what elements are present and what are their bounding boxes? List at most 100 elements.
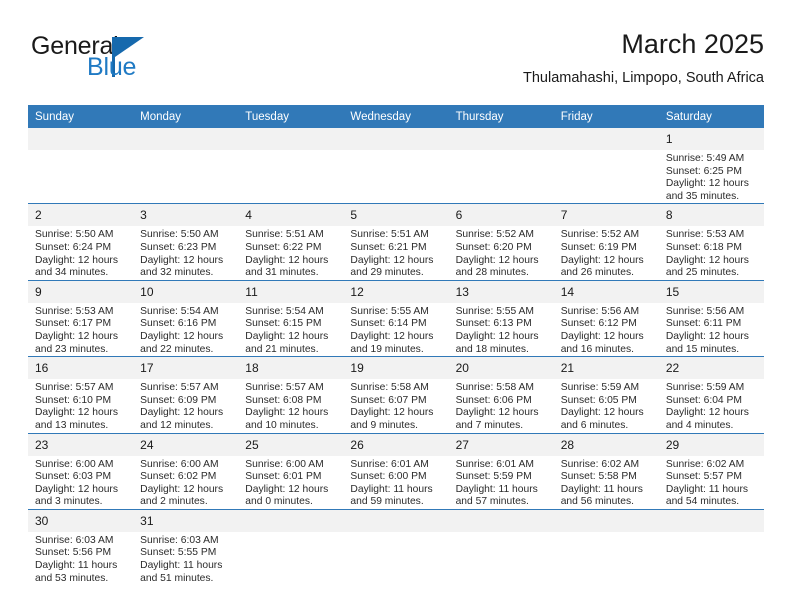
day-cell[interactable] [343, 508, 449, 586]
day-cell[interactable]: 7 Sunrise: 5:52 AM Sunset: 6:19 PM Daylight… [553, 203, 659, 281]
day-number: 16 [28, 357, 134, 380]
day-cell[interactable]: 20 Sunrise: 5:58 AM Sunset: 6:06 PM Dayligh… [448, 356, 554, 433]
sunrise-text: Sunrise: 6:03 AM [140, 534, 219, 546]
daylight-text-line1: Daylight: 12 hours [665, 330, 749, 342]
page-header: General Blue March 2025 Thulamahashi, Li… [28, 28, 764, 100]
sunrise-text: Sunrise: 5:59 AM [665, 382, 745, 394]
day-cell[interactable] [133, 128, 239, 204]
day-cell[interactable]: 17 Sunrise: 5:57 AM Sunset: 6:09 PM Dayligh… [133, 356, 239, 433]
day-number: 9 [28, 280, 134, 303]
sunrise-text: Sunrise: 5:51 AM [350, 229, 429, 241]
sunset-text: Sunset: 5:59 PM [455, 471, 532, 483]
day-cell[interactable]: 15 Sunrise: 5:56 AM Sunset: 6:11 PM Dayligh… [658, 279, 764, 357]
day-details [554, 150, 659, 153]
day-number: 21 [553, 357, 659, 380]
day-details [449, 150, 554, 153]
daylight-text-line2: and 28 minutes. [455, 267, 529, 279]
daylight-text-line2: and 10 minutes. [245, 419, 319, 431]
daylight-text-line1: Daylight: 12 hours [140, 407, 224, 419]
daylight-text-line2: and 16 minutes. [560, 343, 634, 355]
day-details: Sunrise: 6:02 AM Sunset: 5:57 PM Daylight:… [659, 456, 764, 509]
day-cell[interactable] [238, 128, 344, 204]
day-cell[interactable]: 21 Sunrise: 5:59 AM Sunset: 6:05 PM Dayligh… [553, 356, 659, 433]
logo-text-blue: Blue [87, 53, 137, 81]
sunset-text: Sunset: 6:22 PM [245, 241, 322, 253]
day-cell[interactable]: 23 Sunrise: 6:00 AM Sunset: 6:03 PM Dayligh… [28, 432, 134, 510]
calendar-table: Sunday Monday Tuesday Wednesday Thursday… [28, 105, 764, 586]
daylight-text-line2: and 12 minutes. [140, 419, 214, 431]
sunrise-text: Sunrise: 6:00 AM [245, 458, 324, 470]
day-cell[interactable] [448, 128, 554, 204]
day-cell[interactable]: 12 Sunrise: 5:55 AM Sunset: 6:14 PM Dayligh… [343, 279, 449, 357]
day-cell[interactable]: 1 Sunrise: 5:49 AM Sunset: 6:25 PM Daylight… [658, 128, 764, 204]
day-cell[interactable]: 6 Sunrise: 5:52 AM Sunset: 6:20 PM Daylight… [448, 203, 554, 281]
day-cell[interactable]: 29 Sunrise: 6:02 AM Sunset: 5:57 PM Dayligh… [658, 432, 764, 510]
daylight-text-line2: and 32 minutes. [140, 267, 214, 279]
day-cell[interactable] [28, 128, 134, 204]
day-cell[interactable]: 22 Sunrise: 5:59 AM Sunset: 6:04 PM Dayligh… [658, 356, 764, 433]
day-cell[interactable] [553, 128, 659, 204]
daylight-text-line2: and 59 minutes. [350, 496, 424, 508]
day-details: Sunrise: 5:54 AM Sunset: 6:16 PM Daylight:… [133, 303, 238, 356]
day-cell[interactable] [238, 508, 344, 586]
calendar-week-row: 9 Sunrise: 5:53 AM Sunset: 6:17 PM Daylight… [28, 279, 764, 357]
day-number: 17 [133, 357, 239, 380]
day-cell[interactable]: 16 Sunrise: 5:57 AM Sunset: 6:10 PM Dayligh… [28, 356, 134, 433]
sunrise-text: Sunrise: 5:56 AM [665, 305, 745, 317]
day-cell[interactable] [553, 508, 659, 586]
day-cell[interactable]: 8 Sunrise: 5:53 AM Sunset: 6:18 PM Daylight… [658, 203, 764, 281]
day-number [553, 128, 659, 150]
day-cell[interactable]: 2 Sunrise: 5:50 AM Sunset: 6:24 PM Daylight… [28, 203, 134, 281]
day-number: 6 [448, 204, 554, 227]
daylight-text-line1: Daylight: 12 hours [35, 407, 118, 419]
day-cell[interactable]: 3 Sunrise: 5:50 AM Sunset: 6:23 PM Daylight… [133, 203, 239, 281]
calendar-week-row: 16 Sunrise: 5:57 AM Sunset: 6:10 PM Dayligh… [28, 356, 764, 433]
day-cell[interactable]: 14 Sunrise: 5:56 AM Sunset: 6:12 PM Dayligh… [553, 279, 659, 357]
sunset-text: Sunset: 6:24 PM [35, 241, 112, 253]
day-cell[interactable]: 19 Sunrise: 5:58 AM Sunset: 6:07 PM Dayligh… [343, 356, 449, 433]
daylight-text-line2: and 25 minutes. [665, 267, 740, 279]
day-details: Sunrise: 5:50 AM Sunset: 6:23 PM Daylight:… [133, 226, 238, 279]
daylight-text-line2: and 7 minutes. [455, 419, 524, 431]
daylight-text-line1: Daylight: 11 hours [560, 483, 643, 495]
weekday-header-saturday: Saturday [658, 105, 764, 128]
day-number [448, 128, 554, 150]
day-number: 25 [238, 433, 344, 456]
day-cell[interactable]: 24 Sunrise: 6:00 AM Sunset: 6:02 PM Dayligh… [133, 432, 239, 510]
daylight-text-line2: and 0 minutes. [245, 496, 313, 508]
day-cell[interactable]: 30 Sunrise: 6:03 AM Sunset: 5:56 PM Dayligh… [28, 508, 134, 586]
day-number [238, 128, 344, 150]
day-cell[interactable]: 9 Sunrise: 5:53 AM Sunset: 6:17 PM Daylight… [28, 279, 134, 357]
sunset-text: Sunset: 5:55 PM [140, 547, 217, 559]
weekday-header-friday: Friday [553, 105, 659, 128]
day-cell[interactable]: 5 Sunrise: 5:51 AM Sunset: 6:21 PM Daylight… [343, 203, 449, 281]
day-cell[interactable]: 4 Sunrise: 5:51 AM Sunset: 6:22 PM Daylight… [238, 203, 344, 281]
day-cell[interactable]: 18 Sunrise: 5:57 AM Sunset: 6:08 PM Dayligh… [238, 356, 344, 433]
day-cell[interactable] [658, 508, 764, 586]
weekday-header-sunday: Sunday [28, 105, 134, 128]
day-cell[interactable]: 11 Sunrise: 5:54 AM Sunset: 6:15 PM Dayligh… [238, 279, 344, 357]
day-number: 31 [133, 509, 239, 532]
sunrise-text: Sunrise: 5:53 AM [35, 305, 114, 317]
day-details: Sunrise: 5:56 AM Sunset: 6:12 PM Daylight:… [554, 303, 659, 356]
day-cell[interactable]: 28 Sunrise: 6:02 AM Sunset: 5:58 PM Dayligh… [553, 432, 659, 510]
day-cell[interactable]: 10 Sunrise: 5:54 AM Sunset: 6:16 PM Dayligh… [133, 279, 239, 357]
day-number [133, 128, 239, 150]
sunset-text: Sunset: 6:03 PM [35, 471, 112, 483]
daylight-text-line2: and 56 minutes. [560, 496, 634, 508]
daylight-text-line1: Daylight: 12 hours [665, 254, 749, 266]
day-cell[interactable] [343, 128, 449, 204]
day-cell[interactable]: 26 Sunrise: 6:01 AM Sunset: 6:00 PM Dayligh… [343, 432, 449, 510]
day-cell[interactable]: 25 Sunrise: 6:00 AM Sunset: 6:01 PM Dayligh… [238, 432, 344, 510]
day-cell[interactable]: 27 Sunrise: 6:01 AM Sunset: 5:59 PM Dayligh… [448, 432, 554, 510]
day-details [343, 532, 448, 535]
day-number: 13 [448, 280, 554, 303]
day-details [554, 532, 659, 535]
day-cell[interactable] [448, 508, 554, 586]
daylight-text-line1: Daylight: 12 hours [245, 330, 329, 342]
day-cell[interactable]: 13 Sunrise: 5:55 AM Sunset: 6:13 PM Dayligh… [448, 279, 554, 357]
general-blue-logo[interactable]: General Blue [31, 34, 201, 92]
day-cell[interactable]: 31 Sunrise: 6:03 AM Sunset: 5:55 PM Dayligh… [133, 508, 239, 586]
daylight-text-line2: and 19 minutes. [350, 343, 424, 355]
sunset-text: Sunset: 6:09 PM [140, 394, 217, 406]
